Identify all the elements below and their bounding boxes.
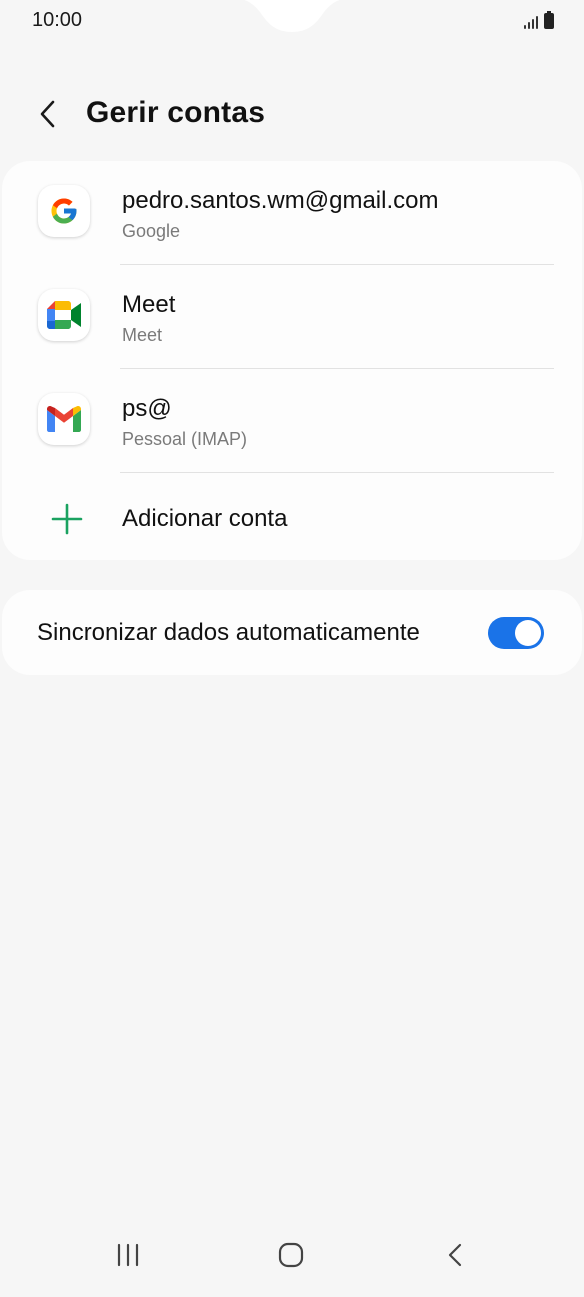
account-row-imap[interactable]: ps@ Pessoal (IMAP) <box>2 369 582 473</box>
google-icon <box>38 185 90 237</box>
account-title: Meet <box>122 291 176 318</box>
add-account-label: Adicionar conta <box>122 505 288 532</box>
back-icon <box>448 1243 462 1267</box>
back-button[interactable] <box>28 94 68 134</box>
signal-icon <box>524 13 538 29</box>
nav-recents-button[interactable] <box>103 1235 153 1275</box>
account-row-meet[interactable]: Meet Meet <box>2 265 582 369</box>
battery-icon <box>544 11 554 29</box>
gmail-icon <box>38 393 90 445</box>
add-account-button[interactable]: Adicionar conta <box>2 474 582 560</box>
nav-bar <box>0 1217 584 1297</box>
toggle-knob <box>515 620 541 646</box>
home-icon <box>278 1242 304 1268</box>
status-bar: 10:00 <box>0 0 584 42</box>
recents-icon <box>117 1243 139 1267</box>
meet-icon <box>38 289 90 341</box>
account-subtitle: Pessoal (IMAP) <box>122 429 248 449</box>
nav-home-button[interactable] <box>266 1235 316 1275</box>
status-icons <box>524 11 554 29</box>
account-row-google[interactable]: pedro.santos.wm@gmail.com Google <box>2 161 582 265</box>
sync-label: Sincronizar dados automaticamente <box>37 619 420 646</box>
account-subtitle: Meet <box>122 325 163 345</box>
accounts-card: pedro.santos.wm@gmail.com Google Meet Me… <box>2 161 582 560</box>
nav-back-button[interactable] <box>430 1235 480 1275</box>
page-title: Gerir contas <box>86 96 266 129</box>
sync-toggle[interactable] <box>488 617 544 649</box>
sync-card[interactable]: Sincronizar dados automaticamente <box>2 590 582 675</box>
plus-icon <box>51 503 83 535</box>
divider <box>120 472 554 473</box>
account-title: ps@ <box>122 395 172 422</box>
screen: 10:00 Gerir contas pedro.santos.wm@gmail… <box>0 0 584 1297</box>
status-time: 10:00 <box>32 9 83 31</box>
account-subtitle: Google <box>122 221 181 241</box>
header: Gerir contas <box>0 84 584 144</box>
account-title: pedro.santos.wm@gmail.com <box>122 187 439 214</box>
camera-notch <box>244 0 340 32</box>
chevron-left-icon <box>40 100 55 128</box>
